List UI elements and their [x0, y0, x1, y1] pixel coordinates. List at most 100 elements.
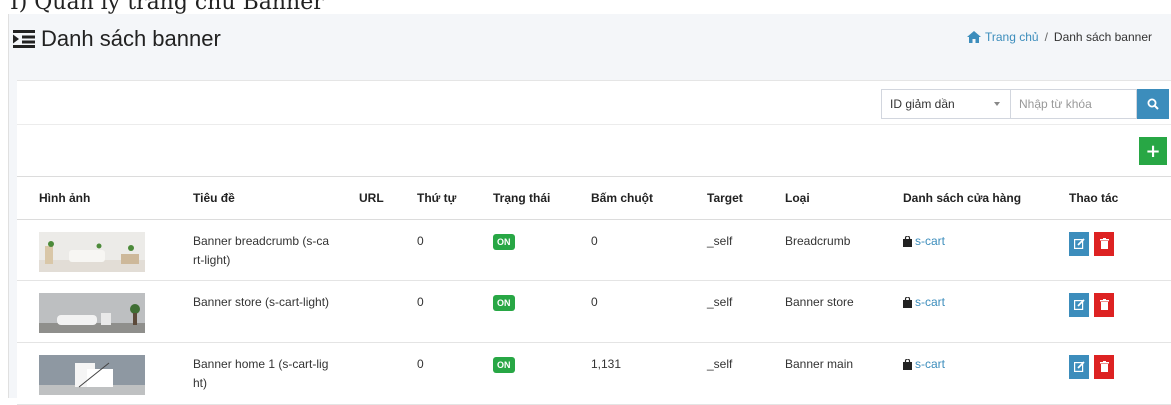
banner-clicks-cell: 1,131: [569, 342, 685, 405]
banner-type-cell: Banner store: [763, 280, 881, 343]
filter-toolbar: ID giảm dần: [17, 81, 1171, 125]
column-header-title: Tiêu đề: [171, 177, 337, 220]
banner-title-cell: Banner home 1 (s-cart-lig ht): [171, 342, 337, 405]
page-title: Danh sách banner: [13, 26, 221, 52]
sort-select-value: ID giảm dần: [890, 97, 955, 111]
banner-target-cell: _self: [685, 280, 763, 343]
banner-clicks-cell: 0: [569, 219, 685, 281]
column-header-stores: Danh sách cửa hàng: [881, 177, 1047, 220]
add-banner-button[interactable]: +: [1139, 137, 1167, 165]
banner-thumbnail-image: [39, 354, 145, 395]
cut-heading-strip: I) Quản lý trang chủ Banner: [0, 0, 1171, 14]
edit-icon: [1073, 361, 1085, 372]
trash-icon: [1099, 299, 1109, 310]
delete-button[interactable]: [1094, 292, 1114, 317]
banner-status-cell: ON: [471, 280, 569, 343]
status-badge[interactable]: ON: [493, 356, 515, 373]
banner-url-cell: [337, 342, 395, 405]
banner-actions-cell: [1047, 342, 1171, 405]
status-badge[interactable]: ON: [493, 233, 515, 250]
banner-title-line2: rt-light): [193, 252, 231, 267]
edit-button[interactable]: [1069, 354, 1089, 379]
banner-status-cell: ON: [471, 219, 569, 281]
banner-store-cell: s-cart: [881, 280, 1047, 343]
table-row: Banner store (s-cart-light) 0 ON 0 _self…: [17, 280, 1171, 343]
banner-target-cell: _self: [685, 342, 763, 405]
banner-list-card: ID giảm dần + Hình ảnh Tiêu đề URL Thứ: [17, 80, 1171, 405]
store-link[interactable]: s-cart: [903, 293, 945, 312]
table-header-row: Hình ảnh Tiêu đề URL Thứ tự Trạng thái B…: [17, 177, 1171, 220]
banner-title-line1: Banner home 1 (s-cart-lig: [193, 356, 329, 371]
search-icon: [1147, 98, 1159, 110]
column-header-order: Thứ tự: [395, 177, 471, 220]
store-link[interactable]: s-cart: [903, 232, 945, 251]
delete-button[interactable]: [1094, 231, 1114, 256]
banner-order-cell: 0: [395, 219, 471, 281]
column-header-actions: Thao tác: [1047, 177, 1171, 220]
breadcrumb: Trang chủ / Danh sách banner: [966, 30, 1152, 44]
trash-icon: [1099, 238, 1109, 249]
shopping-bag-icon: [903, 296, 912, 308]
store-link-label: s-cart: [915, 233, 945, 248]
banner-title-line2: ht): [193, 375, 208, 390]
banner-title-line1: Banner store (s-cart-light): [193, 294, 330, 309]
banner-thumbnail-cell: [17, 342, 171, 405]
column-header-target: Target: [685, 177, 763, 220]
breadcrumb-separator: /: [1044, 30, 1048, 44]
column-header-image: Hình ảnh: [17, 177, 171, 220]
column-header-url: URL: [337, 177, 395, 220]
banner-clicks-cell: 0: [569, 280, 685, 343]
trash-icon: [1099, 361, 1109, 372]
banner-order-cell: 0: [395, 280, 471, 343]
banner-status-cell: ON: [471, 342, 569, 405]
indent-list-icon: [13, 30, 35, 48]
sort-select[interactable]: ID giảm dần: [881, 89, 1011, 119]
chevron-down-icon: [994, 102, 1000, 106]
cut-heading: I) Quản lý trang chủ Banner: [10, 0, 324, 14]
banner-title-line1: Banner breadcrumb (s-ca: [193, 233, 330, 248]
edit-icon: [1073, 299, 1085, 310]
banner-store-cell: s-cart: [881, 342, 1047, 405]
search-button[interactable]: [1137, 89, 1169, 119]
column-header-status: Trạng thái: [471, 177, 569, 220]
banner-type-cell: Banner main: [763, 342, 881, 405]
search-input[interactable]: [1011, 89, 1137, 119]
banner-thumbnail-image: [39, 231, 145, 272]
breadcrumb-home-label: Trang chủ: [984, 30, 1039, 44]
shopping-bag-icon: [903, 358, 912, 370]
add-row: +: [17, 125, 1171, 177]
banner-title-cell: Banner store (s-cart-light): [171, 280, 337, 343]
content-header: Danh sách banner Trang chủ / Danh sách b…: [9, 14, 1171, 70]
banner-actions-cell: [1047, 280, 1171, 343]
breadcrumb-current: Danh sách banner: [1053, 30, 1152, 44]
banner-thumbnail-image: [39, 292, 145, 333]
banner-thumbnail-cell: [17, 219, 171, 281]
breadcrumb-home-link[interactable]: Trang chủ: [966, 30, 1039, 44]
banner-table: Hình ảnh Tiêu đề URL Thứ tự Trạng thái B…: [17, 177, 1171, 405]
home-icon: [966, 31, 981, 43]
banner-title-cell: Banner breadcrumb (s-ca rt-light): [171, 219, 337, 281]
banner-url-cell: [337, 280, 395, 343]
store-link-label: s-cart: [915, 294, 945, 309]
content-wrapper: Danh sách banner Trang chủ / Danh sách b…: [8, 14, 1171, 405]
status-badge[interactable]: ON: [493, 294, 515, 311]
column-header-type: Loại: [763, 177, 881, 220]
banner-order-cell: 0: [395, 342, 471, 405]
banner-actions-cell: [1047, 219, 1171, 281]
banner-type-cell: Breadcrumb: [763, 219, 881, 281]
shopping-bag-icon: [903, 235, 912, 247]
banner-target-cell: _self: [685, 219, 763, 281]
banner-store-cell: s-cart: [881, 219, 1047, 281]
store-link-label: s-cart: [915, 356, 945, 371]
edit-button[interactable]: [1069, 231, 1089, 256]
edit-button[interactable]: [1069, 292, 1089, 317]
column-header-clicks: Bấm chuột: [569, 177, 685, 220]
delete-button[interactable]: [1094, 354, 1114, 379]
banner-url-cell: [337, 219, 395, 281]
edit-icon: [1073, 238, 1085, 249]
page-title-text: Danh sách banner: [41, 26, 221, 51]
table-row: Banner home 1 (s-cart-lig ht) 0 ON 1,131…: [17, 342, 1171, 405]
table-row: Banner breadcrumb (s-ca rt-light) 0 ON 0…: [17, 219, 1171, 281]
banner-thumbnail-cell: [17, 280, 171, 343]
store-link[interactable]: s-cart: [903, 355, 945, 374]
